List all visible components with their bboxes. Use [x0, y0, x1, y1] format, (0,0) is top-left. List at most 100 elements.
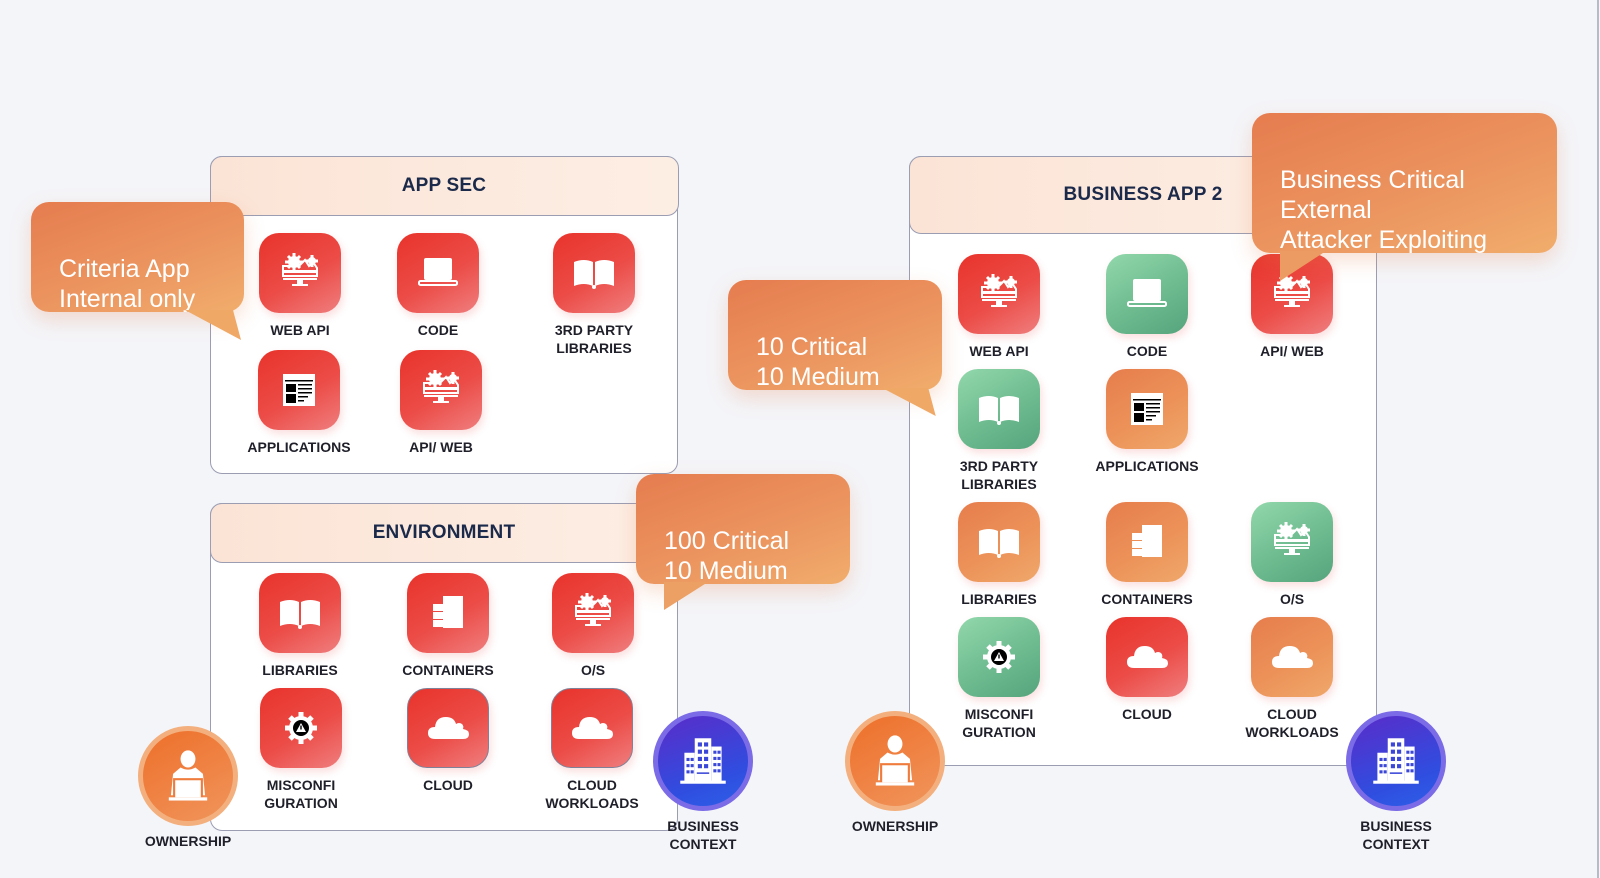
- app-window-icon: [274, 365, 324, 415]
- monitor-gears-icon: [416, 365, 466, 415]
- tile-code[interactable]: CODE: [368, 233, 508, 339]
- tile-label: CLOUD: [423, 777, 473, 793]
- criteria-callout-text: Criteria App Internal only: [59, 255, 196, 313]
- tile-cloud[interactable]: CLOUD: [378, 688, 518, 794]
- tile-label: CODE: [1126, 343, 1168, 359]
- tile-label: CLOUD WORKLOADS: [545, 777, 639, 811]
- cloud-icon: [1122, 632, 1172, 682]
- open-book-icon: [974, 517, 1024, 567]
- tile-web-api[interactable]: WEB API: [230, 233, 370, 339]
- monitor-gears-icon: [974, 269, 1024, 319]
- business-context-badge-right: BUSINESS CONTEXT: [1336, 711, 1456, 853]
- business-critical-text: Business Critical External Attacker Expl…: [1280, 166, 1488, 254]
- cloud-icon: [423, 703, 473, 753]
- tile-icon-box: [958, 502, 1040, 582]
- tile-label: O/S: [1279, 591, 1305, 607]
- app-sec-title: APP SEC: [401, 174, 487, 196]
- tile-label: WEB API: [270, 322, 330, 338]
- tile-label: CLOUD: [1122, 706, 1172, 722]
- tile-icon-box: [407, 688, 489, 768]
- tile-libraries[interactable]: LIBRARIES: [230, 573, 370, 679]
- tile-label: 3RD PARTY LIBRARIES: [959, 458, 1039, 492]
- tile-icon-box: [1106, 254, 1188, 334]
- tile-applications[interactable]: APPLICATIONS: [229, 350, 369, 456]
- tile-3rd-party-libraries[interactable]: 3RD PARTY LIBRARIES: [524, 233, 664, 357]
- tile-icon-box: [958, 254, 1040, 334]
- tile-icon-box: [1106, 617, 1188, 697]
- tile-applications[interactable]: APPLICATIONS: [1077, 369, 1217, 475]
- tile-icon-box: [1106, 502, 1188, 582]
- person-laptop-icon: [863, 729, 927, 793]
- tile-cloud[interactable]: CLOUD: [1077, 617, 1217, 723]
- business-context-label: BUSINESS CONTEXT: [667, 818, 739, 852]
- tile-cloud-workloads[interactable]: CLOUD WORKLOADS: [522, 688, 662, 812]
- monitor-gears-icon: [275, 248, 325, 298]
- tile-icon-box: [552, 573, 634, 653]
- cloud-icon: [1267, 632, 1317, 682]
- business-context-circle: [1346, 711, 1446, 811]
- cloud-icon: [567, 703, 617, 753]
- tile-libraries[interactable]: LIBRARIES: [929, 502, 1069, 608]
- tile-label: APPLICATIONS: [247, 439, 351, 455]
- tile-code[interactable]: CODE: [1077, 254, 1217, 360]
- app-window-icon: [1122, 384, 1172, 434]
- app2-counts-text: 10 Critical 10 Medium: [756, 333, 880, 391]
- tile-label: API/ WEB: [409, 439, 473, 455]
- callout-tail: [882, 388, 936, 416]
- tile-icon-box: [400, 350, 482, 430]
- tile-icon-box: [407, 573, 489, 653]
- business-app-2-title: BUSINESS APP 2: [1063, 183, 1223, 205]
- tile-label: APPLICATIONS: [1095, 458, 1199, 474]
- tile-label: CODE: [417, 322, 459, 338]
- tile-web-api[interactable]: WEB API: [929, 254, 1069, 360]
- open-book-icon: [569, 248, 619, 298]
- environment-counts-callout: 100 Critical 10 Medium: [636, 474, 850, 610]
- business-context-badge-left: BUSINESS CONTEXT: [643, 711, 763, 853]
- tile-api-web[interactable]: API/ WEB: [371, 350, 511, 456]
- monitor-gears-icon: [1267, 517, 1317, 567]
- monitor-gears-icon: [568, 588, 618, 638]
- tile-icon-box: [259, 573, 341, 653]
- environment-title: ENVIRONMENT: [372, 521, 516, 543]
- business-context-circle: [653, 711, 753, 811]
- tile-label: LIBRARIES: [262, 662, 338, 678]
- tile-containers[interactable]: CONTAINERS: [1077, 502, 1217, 608]
- tile-icon-box: [259, 233, 341, 313]
- tile-label: CONTAINERS: [402, 662, 494, 678]
- tile-label: MISCONFI GURATION: [962, 706, 1036, 740]
- ownership-badge-right: OWNERSHIP: [835, 711, 955, 835]
- ownership-circle: [845, 711, 945, 811]
- callout-tail: [184, 310, 242, 340]
- tile-3rd-party-libraries[interactable]: 3RD PARTY LIBRARIES: [929, 369, 1069, 493]
- laptop-code-icon: [1122, 269, 1172, 319]
- tile-icon-box: [958, 369, 1040, 449]
- ownership-badge-left: OWNERSHIP: [128, 726, 248, 850]
- tile-label: O/S: [580, 662, 606, 678]
- server-stack-icon: [423, 588, 473, 638]
- tile-containers[interactable]: CONTAINERS: [378, 573, 518, 679]
- business-context-label: BUSINESS CONTEXT: [1360, 818, 1432, 852]
- environment-header: ENVIRONMENT: [209, 502, 679, 563]
- building-icon: [672, 730, 734, 792]
- tile-icon-box: [397, 233, 479, 313]
- laptop-code-icon: [413, 248, 463, 298]
- tile-o-s[interactable]: O/S: [523, 573, 663, 679]
- tile-icon-box: [958, 617, 1040, 697]
- callout-tail: [664, 582, 708, 610]
- building-icon: [1365, 730, 1427, 792]
- open-book-icon: [974, 384, 1024, 434]
- tile-label: LIBRARIES: [961, 591, 1037, 607]
- ownership-label: OWNERSHIP: [851, 818, 939, 834]
- tile-o-s[interactable]: O/S: [1222, 502, 1362, 608]
- app-sec-header: APP SEC: [209, 155, 679, 216]
- tile-icon-box: [551, 688, 633, 768]
- right-edge-divider: [1597, 0, 1599, 878]
- gear-warning-icon: [974, 632, 1024, 682]
- criteria-callout: Criteria App Internal only: [31, 202, 244, 340]
- app2-counts-callout: 10 Critical 10 Medium: [728, 280, 942, 416]
- tile-icon-box: [1251, 502, 1333, 582]
- tile-misconfi-guration[interactable]: MISCONFI GURATION: [231, 688, 371, 812]
- server-stack-icon: [1122, 517, 1172, 567]
- ownership-circle: [138, 726, 238, 826]
- gear-warning-icon: [276, 703, 326, 753]
